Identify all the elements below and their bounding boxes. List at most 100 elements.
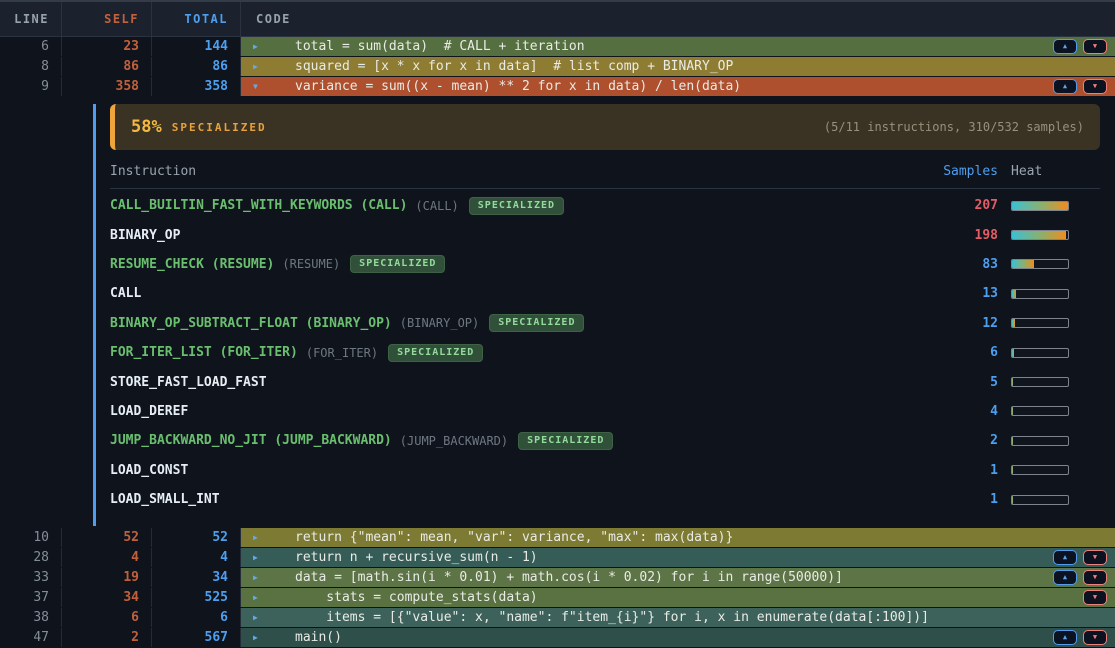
code-cell[interactable]: ▶ total = sum(data) # CALL + iteration ▲…	[241, 37, 1115, 56]
instruction-row: JUMP_BACKWARD_NO_JIT (JUMP_BACKWARD) (JU…	[110, 426, 1100, 455]
code-line-row: 37 34 525 ▶ stats = compute_stats(data) …	[0, 588, 1115, 608]
heat-down-button[interactable]: ▼	[1083, 630, 1107, 645]
total-samples: 525	[152, 588, 241, 607]
line-number: 9	[0, 77, 62, 96]
heat-down-button[interactable]: ▼	[1083, 570, 1107, 585]
total-samples: 86	[152, 57, 241, 76]
code-line-row: 47 2 567 ▶ main() ▲ ▼	[0, 628, 1115, 648]
instruction-name: RESUME_CHECK (RESUME)	[110, 257, 274, 272]
code-cell[interactable]: ▶ items = [{"value": x, "name": f"item_{…	[241, 608, 1115, 627]
down-arrow-icon: ▼	[1093, 594, 1097, 601]
self-samples: 6	[62, 608, 152, 627]
line-number: 10	[0, 528, 62, 547]
self-samples: 19	[62, 568, 152, 587]
heat-up-button[interactable]: ▲	[1053, 39, 1077, 54]
instruction-name: STORE_FAST_LOAD_FAST	[110, 375, 267, 390]
expand-toggle-icon[interactable]: ▶	[253, 553, 263, 562]
self-samples: 34	[62, 588, 152, 607]
instruction-name: LOAD_SMALL_INT	[110, 492, 220, 507]
total-samples: 6	[152, 608, 241, 627]
heat-up-button[interactable]: ▲	[1053, 630, 1077, 645]
heat-bar-track	[1011, 201, 1069, 211]
heat-down-button[interactable]: ▼	[1083, 39, 1107, 54]
expand-toggle-icon[interactable]: ▶	[253, 42, 263, 51]
self-samples: 86	[62, 57, 152, 76]
code-cell[interactable]: ▶ data = [math.sin(i * 0.01) + math.cos(…	[241, 568, 1115, 587]
specialized-badge: SPECIALIZED	[469, 197, 564, 215]
code-cell[interactable]: ▼ variance = sum((x - mean) ** 2 for x i…	[241, 77, 1115, 96]
instruction-heat	[998, 406, 1100, 416]
instruction-heat	[998, 201, 1100, 211]
specialization-summary: 58% SPECIALIZED (5/11 instructions, 310/…	[110, 104, 1100, 150]
instruction-samples: 5	[928, 375, 998, 390]
header-instruction: Instruction	[110, 164, 928, 179]
column-header-total: TOTAL	[152, 2, 241, 36]
column-header-line: LINE	[0, 2, 62, 36]
code-rows-top: 6 23 144 ▶ total = sum(data) # CALL + it…	[0, 37, 1115, 97]
self-samples: 4	[62, 548, 152, 567]
specialized-label: SPECIALIZED	[172, 121, 267, 134]
heat-down-button[interactable]: ▼	[1083, 590, 1107, 605]
instruction-row: STORE_FAST_LOAD_FAST 5	[110, 367, 1100, 396]
up-arrow-icon: ▲	[1063, 43, 1067, 50]
code-text: variance = sum((x - mean) ** 2 for x in …	[295, 79, 741, 94]
down-arrow-icon: ▼	[1093, 554, 1097, 561]
expand-toggle-icon[interactable]: ▶	[253, 573, 263, 582]
code-cell[interactable]: ▶ return {"mean": mean, "var": variance,…	[241, 528, 1115, 547]
code-text: return {"mean": mean, "var": variance, "…	[295, 530, 733, 545]
code-line-row: 10 52 52 ▶ return {"mean": mean, "var": …	[0, 528, 1115, 548]
instruction-samples: 6	[928, 345, 998, 360]
heat-bar-fill	[1012, 202, 1068, 210]
code-cell[interactable]: ▶ squared = [x * x for x in data] # list…	[241, 57, 1115, 76]
instruction-samples: 12	[928, 316, 998, 331]
heat-bar-track	[1011, 436, 1069, 446]
down-arrow-icon: ▼	[1093, 634, 1097, 641]
heat-bar-track	[1011, 230, 1069, 240]
expand-toggle-icon[interactable]: ▶	[253, 633, 263, 642]
heat-bar-fill	[1012, 407, 1013, 415]
code-text: total = sum(data) # CALL + iteration	[295, 39, 585, 54]
instruction-samples: 1	[928, 463, 998, 478]
heat-bar-track	[1011, 318, 1069, 328]
code-cell[interactable]: ▶ main() ▲ ▼	[241, 628, 1115, 647]
code-cell[interactable]: ▶ stats = compute_stats(data) ▲ ▼	[241, 588, 1115, 607]
expand-toggle-icon[interactable]: ▶	[253, 613, 263, 622]
instruction-base: (BINARY_OP)	[400, 316, 479, 330]
instruction-samples: 207	[928, 198, 998, 213]
expand-toggle-icon[interactable]: ▶	[253, 593, 263, 602]
instruction-table-body: CALL_BUILTIN_FAST_WITH_KEYWORDS (CALL) (…	[110, 191, 1100, 514]
instruction-base: (RESUME)	[282, 257, 340, 271]
heat-down-button[interactable]: ▼	[1083, 550, 1107, 565]
heat-bar-fill	[1012, 437, 1013, 445]
heat-up-button[interactable]: ▲	[1053, 79, 1077, 94]
header-heat: Heat	[998, 164, 1100, 179]
total-samples: 4	[152, 548, 241, 567]
instruction-row: LOAD_DEREF 4	[110, 397, 1100, 426]
line-number: 8	[0, 57, 62, 76]
code-cell[interactable]: ▶ return n + recursive_sum(n - 1) ▲ ▼	[241, 548, 1115, 567]
heat-up-button[interactable]: ▲	[1053, 550, 1077, 565]
specialized-badge: SPECIALIZED	[489, 314, 584, 332]
expand-toggle-icon[interactable]: ▶	[253, 533, 263, 542]
specialized-badge: SPECIALIZED	[518, 432, 613, 450]
instruction-samples: 13	[928, 286, 998, 301]
code-line-row: 8 86 86 ▶ squared = [x * x for x in data…	[0, 57, 1115, 77]
up-arrow-icon: ▲	[1063, 574, 1067, 581]
column-header-self: SELF	[62, 2, 152, 36]
heat-down-button[interactable]: ▼	[1083, 79, 1107, 94]
total-samples: 567	[152, 628, 241, 647]
expand-toggle-icon[interactable]: ▶	[253, 62, 263, 71]
heat-up-button[interactable]: ▲	[1053, 570, 1077, 585]
column-header-code: CODE	[241, 12, 1115, 26]
line-number: 37	[0, 588, 62, 607]
code-line-row: 38 6 6 ▶ items = [{"value": x, "name": f…	[0, 608, 1115, 628]
specialized-badge: SPECIALIZED	[350, 255, 445, 273]
instruction-base: (FOR_ITER)	[306, 346, 378, 360]
total-samples: 52	[152, 528, 241, 547]
expand-toggle-icon[interactable]: ▼	[253, 82, 263, 91]
up-arrow-icon: ▲	[1063, 554, 1067, 561]
instruction-heat	[998, 465, 1100, 475]
instruction-row: FOR_ITER_LIST (FOR_ITER) (FOR_ITER) SPEC…	[110, 338, 1100, 367]
instruction-samples: 198	[928, 228, 998, 243]
self-samples: 52	[62, 528, 152, 547]
